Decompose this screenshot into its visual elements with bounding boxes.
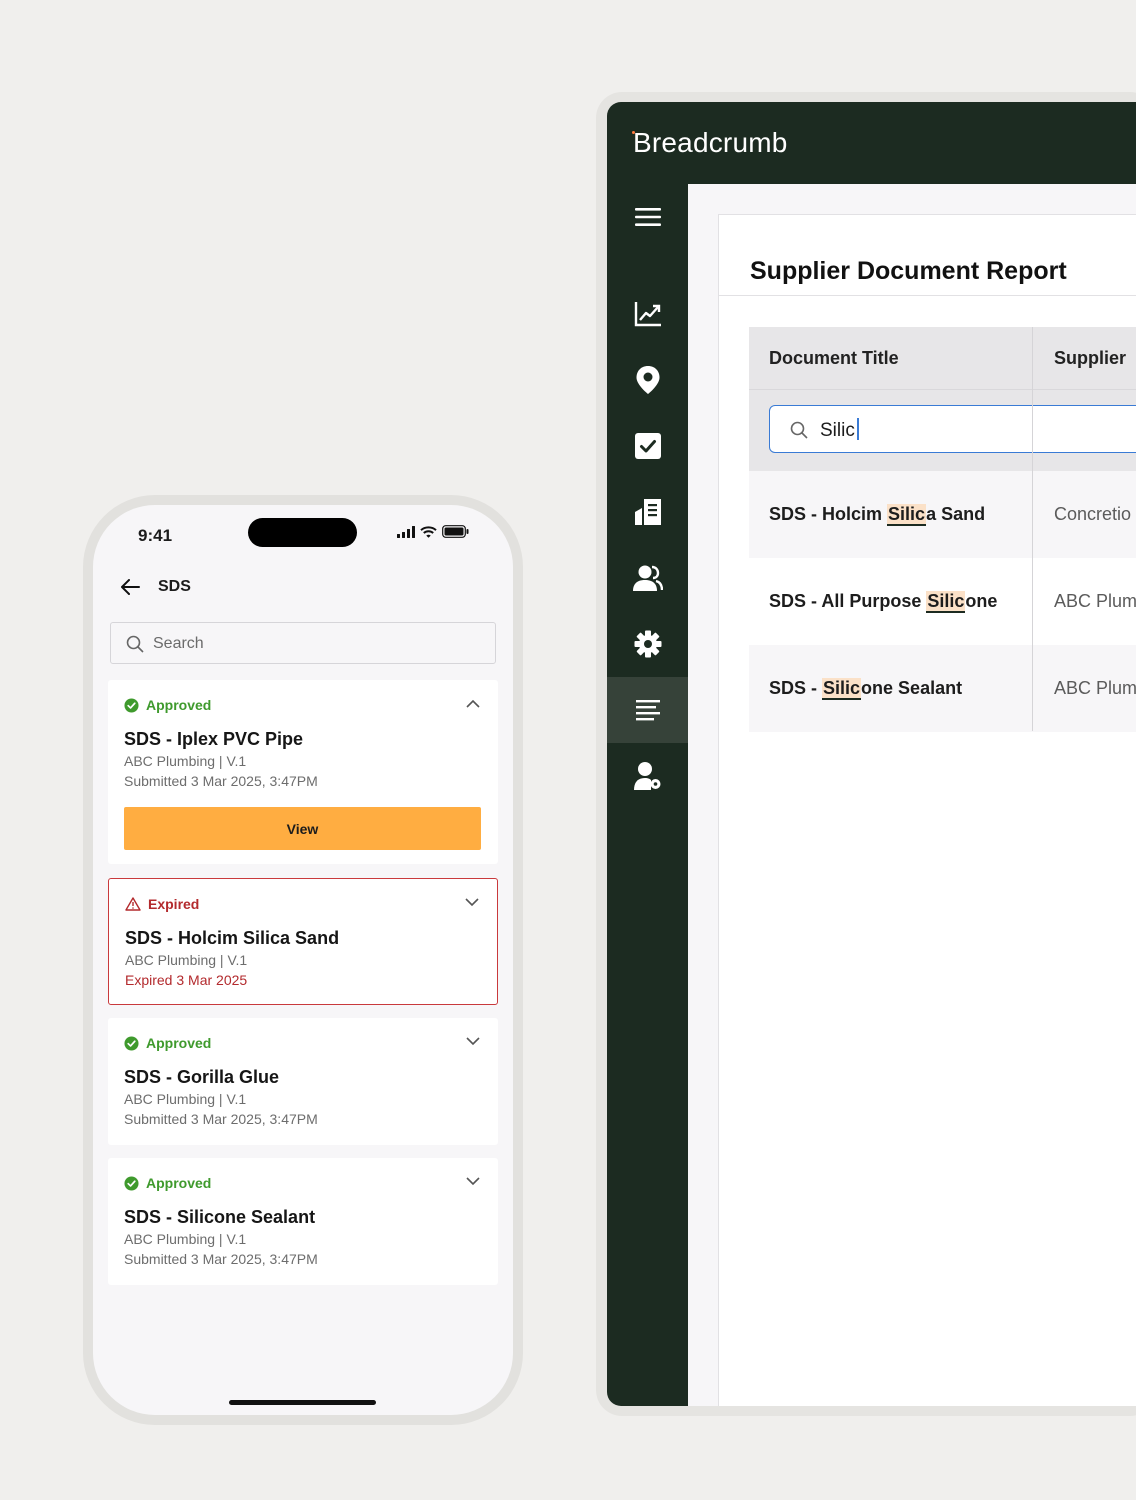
card-date: Expired 3 Mar 2025 bbox=[125, 972, 248, 988]
card-title: SDS - Holcim Silica Sand bbox=[125, 928, 340, 948]
divider bbox=[719, 295, 1136, 296]
search-box[interactable] bbox=[110, 622, 496, 664]
warning-triangle-icon bbox=[125, 897, 141, 911]
mobile-app: 9:41 SDS Search Approved SDS - Iplex PVC… bbox=[93, 505, 513, 1415]
nav-item-admin[interactable] bbox=[607, 743, 688, 809]
filter-value: Silic bbox=[820, 418, 859, 442]
search-highlight: Silic bbox=[887, 504, 927, 526]
chevron-down-icon[interactable] bbox=[465, 898, 479, 907]
chart-icon bbox=[634, 302, 661, 327]
nav-item-settings[interactable] bbox=[607, 611, 688, 677]
status-badge: Approved bbox=[124, 1175, 211, 1191]
document-title-filter-input[interactable]: Silic bbox=[769, 405, 1136, 453]
report-lines-icon bbox=[635, 700, 660, 721]
card-title: SDS - Silicone Sealant bbox=[124, 1207, 316, 1227]
table-row[interactable]: SDS - All Purpose Silicone ABC Plum bbox=[749, 558, 1136, 645]
search-icon bbox=[790, 421, 808, 439]
card-title: SDS - Gorilla Glue bbox=[124, 1067, 280, 1087]
document-card[interactable]: Approved SDS - Iplex PVC Pipe ABC Plumbi… bbox=[108, 680, 498, 864]
main-content: Supplier Document Report Document Title … bbox=[688, 184, 1136, 1406]
search-icon bbox=[126, 635, 144, 653]
search-input[interactable] bbox=[151, 631, 475, 657]
chevron-down-icon[interactable] bbox=[466, 1037, 480, 1046]
nav-item-reports[interactable] bbox=[607, 677, 688, 743]
battery-icon bbox=[442, 525, 469, 538]
user-settings-icon bbox=[633, 762, 660, 790]
status-icons bbox=[397, 525, 469, 538]
users-icon bbox=[632, 565, 663, 591]
wifi-icon bbox=[420, 525, 437, 538]
card-supplier-version: ABC Plumbing | V.1 bbox=[124, 753, 247, 769]
status-badge: Expired bbox=[125, 896, 199, 912]
cell-document-title[interactable]: SDS - All Purpose Silicone bbox=[769, 558, 997, 645]
report-table: Document Title Supplier Silic SDS - Holc… bbox=[749, 327, 1136, 732]
document-icon bbox=[634, 499, 661, 525]
card-supplier-version: ABC Plumbing | V.1 bbox=[124, 1091, 247, 1107]
nav-item-documents[interactable] bbox=[607, 479, 688, 545]
search-highlight: Silic bbox=[822, 678, 862, 700]
page-title: Supplier Document Report bbox=[750, 257, 1067, 285]
brand-logo: Breadcrumb bbox=[633, 127, 788, 158]
search-highlight: Silic bbox=[926, 591, 966, 613]
status-badge: Approved bbox=[124, 697, 211, 713]
view-button[interactable]: View bbox=[124, 807, 481, 850]
card-date: Submitted 3 Mar 2025, 3:47PM bbox=[124, 773, 318, 789]
document-card[interactable]: Approved SDS - Silicone Sealant ABC Plum… bbox=[108, 1158, 498, 1285]
card-date: Submitted 3 Mar 2025, 3:47PM bbox=[124, 1251, 318, 1267]
home-indicator bbox=[229, 1400, 376, 1405]
column-separator bbox=[1032, 327, 1033, 470]
chevron-down-icon[interactable] bbox=[466, 1177, 480, 1186]
cell-supplier: ABC Plum bbox=[1054, 678, 1136, 698]
check-circle-icon bbox=[124, 697, 139, 713]
screen-title: SDS bbox=[158, 578, 191, 595]
column-header-supplier[interactable]: Supplier bbox=[1054, 327, 1126, 389]
document-card[interactable]: Expired SDS - Holcim Silica Sand ABC Plu… bbox=[108, 878, 498, 1005]
settings-gear-icon bbox=[634, 630, 661, 658]
nav-item-tasks[interactable] bbox=[607, 413, 688, 479]
dynamic-island bbox=[248, 518, 357, 547]
back-arrow-icon bbox=[121, 579, 140, 595]
check-circle-icon bbox=[124, 1035, 139, 1051]
nav-item-analytics[interactable] bbox=[607, 281, 688, 347]
signal-icon bbox=[397, 525, 415, 538]
chevron-up-icon[interactable] bbox=[466, 699, 480, 708]
card-supplier-version: ABC Plumbing | V.1 bbox=[124, 1231, 247, 1247]
location-pin-icon bbox=[636, 366, 659, 394]
table-row[interactable]: SDS - Holcim Silica Sand Concretio bbox=[749, 471, 1136, 558]
desktop-app: Breadcrumb Supplier Document Report Docu… bbox=[607, 102, 1136, 1406]
check-circle-icon bbox=[124, 1175, 139, 1191]
report-panel: Supplier Document Report Document Title … bbox=[718, 214, 1136, 1406]
filter-row: Silic bbox=[749, 390, 1136, 471]
nav-item-locations[interactable] bbox=[607, 347, 688, 413]
column-separator bbox=[1032, 470, 1033, 731]
document-card[interactable]: Approved SDS - Gorilla Glue ABC Plumbing… bbox=[108, 1018, 498, 1145]
cell-supplier: ABC Plum bbox=[1054, 591, 1136, 611]
back-button[interactable] bbox=[120, 578, 140, 596]
column-header-document-title[interactable]: Document Title bbox=[769, 327, 899, 389]
status-time: 9:41 bbox=[138, 526, 173, 545]
cell-document-title[interactable]: SDS - Holcim Silica Sand bbox=[769, 471, 985, 558]
checkbox-icon bbox=[634, 433, 661, 459]
card-title: SDS - Iplex PVC Pipe bbox=[124, 729, 304, 749]
card-supplier-version: ABC Plumbing | V.1 bbox=[125, 952, 248, 968]
table-row[interactable]: SDS - Silicone Sealant ABC Plum bbox=[749, 645, 1136, 732]
menu-button[interactable] bbox=[607, 184, 688, 250]
nav-item-people[interactable] bbox=[607, 545, 688, 611]
cell-supplier: Concretio bbox=[1054, 504, 1132, 524]
table-header: Document Title Supplier bbox=[749, 327, 1136, 390]
menu-icon bbox=[634, 208, 661, 226]
text-caret bbox=[856, 418, 859, 440]
status-badge: Approved bbox=[124, 1035, 211, 1051]
cell-document-title[interactable]: SDS - Silicone Sealant bbox=[769, 645, 962, 732]
card-date: Submitted 3 Mar 2025, 3:47PM bbox=[124, 1111, 318, 1127]
